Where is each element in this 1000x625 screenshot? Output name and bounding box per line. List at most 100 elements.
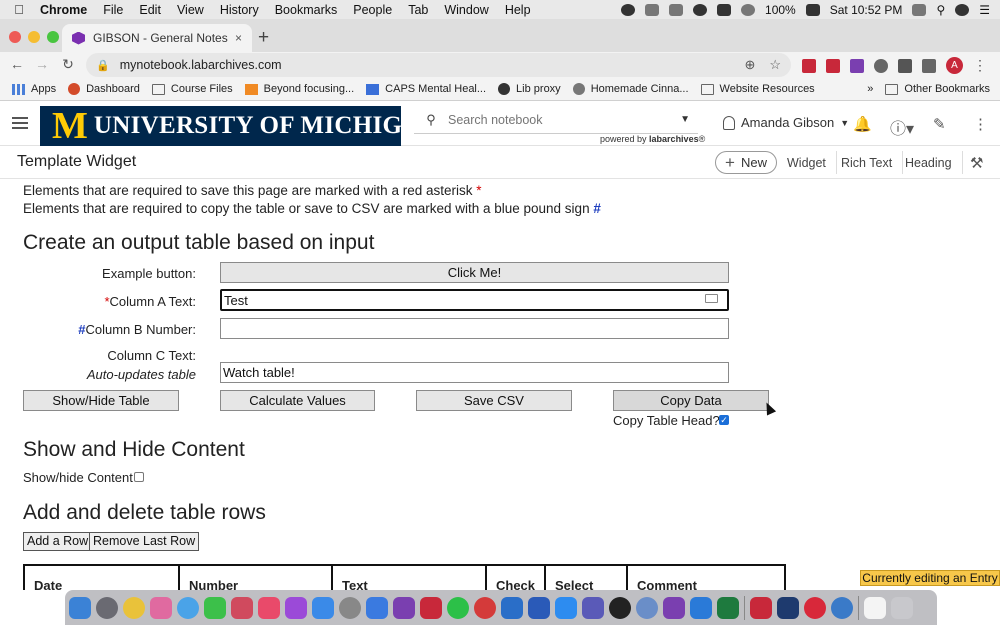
column-c-text-input[interactable] — [220, 362, 729, 383]
flag-icon[interactable] — [912, 3, 927, 16]
user-menu[interactable]: Amanda Gibson ▼ — [723, 115, 849, 130]
trash-icon[interactable] — [891, 596, 913, 619]
bookmark-apps[interactable]: Apps — [12, 83, 56, 95]
menu-window[interactable]: Window — [436, 3, 496, 17]
siri-icon[interactable] — [955, 3, 970, 16]
wifi-icon[interactable] — [741, 3, 756, 16]
menubar-clock[interactable]: Sat 10:52 PM — [830, 3, 903, 17]
excel-icon[interactable] — [717, 596, 739, 619]
address-bar[interactable]: 🔒 mynotebook.labarchives.com ⊕ ☆ — [86, 53, 791, 77]
copy-table-head-checkbox[interactable]: ✓ — [719, 415, 729, 425]
menu-help[interactable]: Help — [497, 3, 539, 17]
bookmark-website-resources[interactable]: Website Resources — [700, 83, 815, 95]
minimize-window-icon[interactable] — [28, 31, 40, 43]
browser-tab-active[interactable]: GIBSON - General Notes - Lab × — [62, 24, 252, 52]
battery-icon[interactable] — [805, 3, 820, 16]
podcasts-icon[interactable] — [285, 596, 307, 619]
menu-people[interactable]: People — [345, 3, 400, 17]
bookmark-course-files[interactable]: Course Files — [151, 83, 233, 95]
forward-arrow-icon[interactable]: → — [30, 56, 54, 72]
profile-avatar[interactable]: A — [946, 57, 963, 74]
add-widget-button[interactable]: Widget — [777, 151, 837, 174]
add-shortcut-icon[interactable]: ⊕ — [744, 57, 755, 73]
help-info-icon[interactable]: ⓘ▾ — [890, 115, 914, 139]
menu-history[interactable]: History — [212, 3, 267, 17]
edge-icon[interactable] — [831, 596, 853, 619]
add-row-button[interactable]: Add a Row — [23, 532, 93, 551]
photos-icon[interactable] — [150, 596, 172, 619]
extension-clock-icon[interactable] — [874, 58, 888, 73]
maximize-window-icon[interactable] — [47, 31, 59, 43]
menu-app-name[interactable]: Chrome — [38, 3, 95, 17]
search-scope-chevron-down-icon[interactable]: ▼ — [680, 114, 690, 125]
new-entry-button[interactable]: + New — [715, 151, 777, 174]
onedrive-icon[interactable] — [366, 596, 388, 619]
save-csv-button[interactable]: Save CSV — [416, 390, 572, 411]
bookmarks-overflow-button[interactable]: » — [867, 83, 873, 95]
add-heading-button[interactable]: Heading — [895, 151, 963, 174]
cloud-icon[interactable] — [645, 3, 660, 16]
photoshop-icon[interactable] — [777, 596, 799, 619]
apple-menu-icon[interactable]:  — [0, 2, 38, 17]
university-logo[interactable]: M UNIVERSITY OF MICHIGAN — [40, 106, 439, 146]
menu-bookmarks[interactable]: Bookmarks — [267, 3, 346, 17]
add-rich-text-button[interactable]: Rich Text — [831, 151, 904, 174]
back-arrow-icon[interactable]: ← — [5, 56, 29, 72]
search-icon[interactable]: ⚲ — [414, 112, 448, 128]
hamburger-menu-icon[interactable] — [12, 117, 28, 129]
menu-file[interactable]: File — [95, 3, 131, 17]
column-b-number-input[interactable] — [220, 318, 729, 339]
outlook-icon[interactable] — [501, 596, 523, 619]
autofill-keyboard-icon[interactable] — [705, 294, 718, 303]
show-hide-content-checkbox[interactable] — [134, 472, 144, 482]
menu-tab[interactable]: Tab — [400, 3, 436, 17]
url-text[interactable]: mynotebook.labarchives.com — [120, 58, 282, 72]
new-tab-button[interactable]: + — [258, 27, 269, 49]
chrome-menu-icon[interactable]: ⋮ — [973, 58, 987, 73]
creative-cloud-icon[interactable] — [804, 596, 826, 619]
tab-close-icon[interactable]: × — [235, 31, 242, 45]
messages-icon[interactable] — [177, 596, 199, 619]
app-store-icon[interactable] — [312, 596, 334, 619]
bookmark-star-icon[interactable]: ☆ — [769, 57, 781, 73]
show-hide-table-button[interactable]: Show/Hide Table — [23, 390, 179, 411]
bookmark-lib-proxy[interactable]: Lib proxy — [498, 83, 561, 95]
bluetooth-icon[interactable] — [717, 3, 732, 16]
word-icon[interactable] — [528, 596, 550, 619]
lastpass-icon[interactable] — [474, 596, 496, 619]
column-a-text-input[interactable] — [220, 289, 729, 311]
extension-grid-icon[interactable] — [898, 58, 912, 73]
acrobat-icon[interactable] — [750, 596, 772, 619]
extension-lastpass-icon[interactable] — [802, 58, 816, 73]
notifications-bell-icon[interactable]: 🔔 — [853, 115, 872, 133]
bookmark-homemade-cinna[interactable]: Homemade Cinna... — [572, 83, 689, 95]
launchpad-icon[interactable] — [96, 596, 118, 619]
extension-mendeley-icon[interactable] — [826, 58, 840, 73]
cloud-sync-icon[interactable] — [669, 3, 684, 16]
calculate-values-button[interactable]: Calculate Values — [220, 390, 375, 411]
menu-edit[interactable]: Edit — [131, 3, 169, 17]
teams-icon[interactable] — [582, 596, 604, 619]
tools-wrench-icon[interactable]: ⚒ — [970, 154, 983, 172]
page-title[interactable]: Template Widget — [17, 153, 136, 171]
finder-icon[interactable] — [69, 596, 91, 619]
vscode-icon[interactable] — [690, 596, 712, 619]
spotlight-icon[interactable]: ⚲ — [936, 3, 945, 17]
mendeley-icon[interactable] — [420, 596, 442, 619]
extensions-puzzle-icon[interactable] — [922, 58, 936, 73]
zoom-icon[interactable] — [555, 596, 577, 619]
github-icon[interactable] — [609, 596, 631, 619]
remove-last-row-button[interactable]: Remove Last Row — [89, 532, 200, 551]
whatsapp-icon[interactable] — [447, 596, 469, 619]
click-me-button[interactable]: Click Me! — [220, 262, 729, 283]
control-center-icon[interactable] — [693, 3, 708, 16]
bookmark-dashboard[interactable]: Dashboard — [68, 83, 140, 95]
more-options-icon[interactable]: ⋮ — [973, 115, 988, 133]
facetime-icon[interactable] — [204, 596, 226, 619]
r-icon[interactable] — [636, 596, 658, 619]
search-input[interactable] — [448, 112, 681, 127]
reload-icon[interactable]: ↻ — [56, 56, 80, 73]
calendar-icon[interactable] — [231, 596, 253, 619]
labarchives-app-icon[interactable] — [663, 596, 685, 619]
copy-data-button[interactable]: Copy Data — [613, 390, 769, 411]
